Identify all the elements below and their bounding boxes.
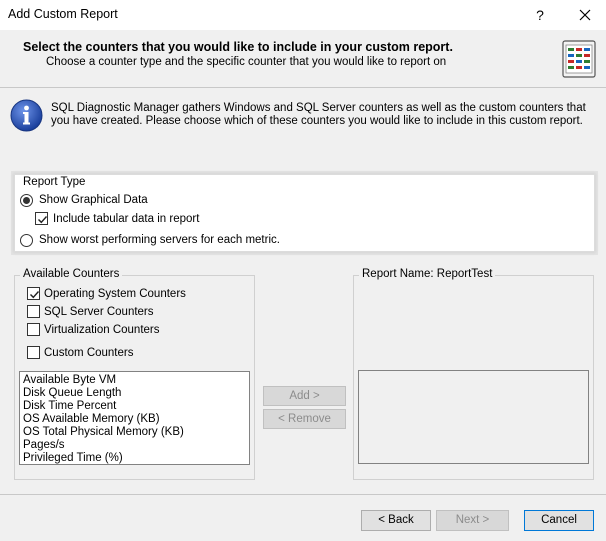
check-icon: [38, 216, 48, 224]
list-item[interactable]: OS Total Physical Memory (KB): [23, 426, 184, 439]
report-type-group: Report Type Show Graphical Data Include …: [14, 174, 595, 252]
counters-listbox[interactable]: Available Byte VM Disk Queue Length Disk…: [19, 371, 250, 465]
checkbox-indicator: [27, 346, 40, 359]
footer-divider: [0, 494, 606, 495]
include-tabular-label: Include tabular data in report: [53, 213, 200, 225]
checkbox-indicator: [35, 212, 48, 225]
list-item[interactable]: Privileged Time (%): [23, 452, 123, 464]
show-worst-radio[interactable]: Show worst performing servers for each m…: [20, 233, 280, 249]
sql-counters-checkbox[interactable]: SQL Server Counters: [27, 305, 187, 321]
cancel-button[interactable]: Cancel: [524, 510, 594, 531]
checkbox-indicator: [27, 287, 40, 300]
list-item[interactable]: Disk Queue Length: [23, 387, 121, 400]
next-button[interactable]: Next >: [436, 510, 509, 531]
os-counters-label: Operating System Counters: [44, 288, 186, 300]
report-grid-icon: [562, 39, 596, 79]
list-item[interactable]: Pages/s: [23, 439, 65, 452]
header-title: Select the counters that you would like …: [23, 40, 453, 54]
wizard-header: Select the counters that you would like …: [0, 30, 606, 88]
checkbox-indicator: [27, 323, 40, 336]
available-counters-legend: Available Counters: [20, 268, 123, 280]
info-text: SQL Diagnostic Manager gathers Windows a…: [51, 102, 586, 127]
report-name-legend: Report Name: ReportTest: [359, 268, 496, 280]
check-icon: [30, 291, 40, 299]
custom-counters-checkbox[interactable]: Custom Counters: [27, 346, 187, 362]
header-subtitle: Choose a counter type and the specific c…: [46, 56, 447, 68]
close-icon: [579, 9, 591, 21]
close-button[interactable]: [570, 3, 600, 27]
report-type-legend: Report Type: [23, 176, 86, 188]
help-icon: ?: [536, 7, 544, 23]
selected-counters-listbox[interactable]: [358, 370, 589, 464]
info-icon: [10, 99, 43, 132]
virtualization-counters-label: Virtualization Counters: [44, 324, 160, 336]
remove-button[interactable]: < Remove: [263, 409, 346, 429]
list-item[interactable]: Disk Time Percent: [23, 400, 116, 413]
show-graphical-radio[interactable]: Show Graphical Data: [20, 193, 180, 209]
add-button[interactable]: Add >: [263, 386, 346, 406]
back-button[interactable]: < Back: [361, 510, 431, 531]
window-title: Add Custom Report: [8, 7, 118, 21]
virtualization-counters-checkbox[interactable]: Virtualization Counters: [27, 323, 187, 339]
checkbox-indicator: [27, 305, 40, 318]
show-worst-label: Show worst performing servers for each m…: [39, 234, 280, 246]
sql-counters-label: SQL Server Counters: [44, 306, 154, 318]
custom-counters-label: Custom Counters: [44, 347, 134, 359]
radio-indicator: [20, 194, 33, 207]
list-item[interactable]: OS Available Memory (KB): [23, 413, 160, 426]
list-item[interactable]: Available Byte VM: [23, 374, 116, 387]
radio-indicator: [20, 234, 33, 247]
show-graphical-label: Show Graphical Data: [39, 194, 148, 206]
os-counters-checkbox[interactable]: Operating System Counters: [27, 287, 187, 303]
title-bar: Add Custom Report ?: [0, 0, 606, 30]
include-tabular-checkbox[interactable]: Include tabular data in report: [35, 212, 225, 228]
help-button[interactable]: ?: [526, 3, 554, 27]
